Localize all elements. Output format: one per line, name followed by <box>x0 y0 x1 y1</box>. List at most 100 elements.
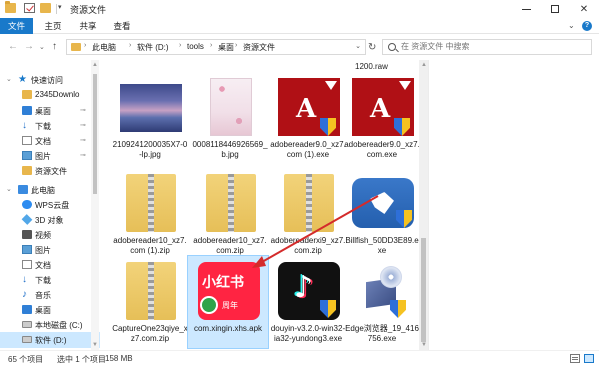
uac-shield-icon <box>390 300 406 318</box>
breadcrumb-resource-files[interactable]: 资源文件 <box>243 42 275 53</box>
selected-size: 158 MB <box>105 354 133 363</box>
sidebar-item-local-disk-c[interactable]: 本地磁盘 (C:) <box>0 317 100 333</box>
sidebar-item-3d-objects[interactable]: 3D 对象 <box>0 212 100 228</box>
tab-view[interactable]: 查看 <box>107 18 137 34</box>
up-button[interactable]: ↑ <box>52 41 57 52</box>
breadcrumb-separator: › <box>210 42 213 49</box>
image-thumbnail <box>120 84 182 132</box>
breadcrumb-this-pc[interactable]: 此电脑 <box>92 42 116 53</box>
new-folder-icon[interactable] <box>40 3 51 13</box>
file-item-exe[interactable]: Billfish_50DD3E89.exe <box>342 168 419 260</box>
search-box[interactable] <box>382 39 592 55</box>
properties-checkbox-icon[interactable] <box>24 3 35 13</box>
sidebar-item-desktop-pinned[interactable]: 桌面 ⊸ <box>0 103 100 119</box>
title-bar: ▾ 资源文件 ✕ <box>0 0 599 18</box>
drive-icon <box>22 321 32 328</box>
status-bar: 65 个项目 选中 1 个项目 158 MB <box>0 350 599 365</box>
pin-icon: ⊸ <box>80 122 86 129</box>
installer-disc-shape <box>380 266 402 288</box>
sidebar-item-videos[interactable]: 视频 <box>0 227 100 243</box>
uac-shield-icon <box>320 300 336 318</box>
file-item-zip[interactable]: adobereader10_xz7.com (1).zip <box>110 168 190 260</box>
file-view-scrollbar[interactable]: ▲ ▼ <box>419 60 428 350</box>
breadcrumb-separator: › <box>179 42 182 49</box>
quick-access-dropdown[interactable]: ▾ <box>58 3 62 11</box>
chevron-down-icon[interactable]: ⌄ <box>6 75 12 83</box>
folder-icon <box>22 166 32 175</box>
search-input[interactable] <box>401 42 581 51</box>
maximize-button[interactable] <box>540 0 570 18</box>
scroll-up-icon[interactable]: ▲ <box>421 62 427 68</box>
refresh-button[interactable]: ↻ <box>368 42 376 53</box>
sidebar-item-label: 本地磁盘 (C:) <box>35 321 83 330</box>
back-button[interactable]: ← <box>8 41 18 52</box>
file-item-jpg[interactable]: 2109241200035X7-0-lp.jpg <box>110 72 190 164</box>
scrollbar-thumb[interactable] <box>93 74 97 194</box>
sidebar-item-downloads[interactable]: ↓ 下载 <box>0 272 100 288</box>
chevron-down-icon[interactable]: ⌄ <box>6 185 12 193</box>
breadcrumb-separator: › <box>84 42 87 49</box>
file-item-apk-selected[interactable]: 小红书 周年 com.xingin.xhs.apk <box>187 255 269 349</box>
address-bar[interactable]: › 此电脑 › 软件 (D:) › tools › 桌面 › 资源文件 ⌄ <box>66 39 366 55</box>
sidebar-item-software-d[interactable]: 软件 (D:) <box>0 332 100 348</box>
forward-button[interactable]: → <box>24 41 34 52</box>
file-item-exe[interactable]: ♪ douyin-v3.2.0-win32-ia32-yundong3.exe <box>268 256 348 348</box>
minimize-button[interactable] <box>511 0 541 18</box>
details-view-icon[interactable] <box>570 354 580 363</box>
scrollbar-thumb[interactable] <box>421 238 426 342</box>
file-item-zip[interactable]: CaptureOne23qiye_xz7.com.zip <box>110 256 190 348</box>
help-icon[interactable]: ? <box>582 21 592 31</box>
adobe-reader-icon: A <box>278 78 340 136</box>
scroll-down-icon[interactable]: ▼ <box>421 342 427 348</box>
tab-share[interactable]: 共享 <box>73 18 103 34</box>
sidebar-item-2345downloads[interactable]: 2345Downlo <box>0 87 100 103</box>
sidebar-item-this-pc[interactable]: ⌄ 此电脑 <box>0 182 100 198</box>
pc-icon <box>18 185 28 194</box>
sidebar-item-desktop[interactable]: 桌面 <box>0 302 100 318</box>
tab-home[interactable]: 主页 <box>38 18 68 34</box>
file-name-partial[interactable]: 1200.raw <box>355 62 388 71</box>
breadcrumb-tools[interactable]: tools <box>187 42 204 51</box>
scroll-down-icon[interactable]: ▼ <box>92 342 98 348</box>
sidebar-item-wps-cloud[interactable]: WPS云盘 <box>0 197 100 213</box>
sidebar-item-label: 文档 <box>35 137 51 146</box>
breadcrumb-desktop[interactable]: 桌面 <box>218 42 234 53</box>
file-item-exe[interactable]: A adobereader9.0_xz7.com (1).exe <box>268 72 348 164</box>
installer-icon <box>352 262 414 320</box>
sidebar-item-quick-access[interactable]: ⌄ ★ 快速访问 <box>0 72 100 88</box>
douyin-logo: ♪ <box>294 270 314 305</box>
douyin-app-icon: ♪ <box>278 262 340 320</box>
tab-file[interactable]: 文件 <box>0 18 33 34</box>
file-name: adobereaderxi9_xz7.com.zip <box>270 236 346 255</box>
sidebar-item-pictures-pinned[interactable]: 图片 ⊸ <box>0 148 100 164</box>
address-dropdown-icon[interactable]: ⌄ <box>355 42 361 50</box>
file-name: douyin-v3.2.0-win32-ia32-yundong3.exe <box>270 324 346 343</box>
breadcrumb-drive-d[interactable]: 软件 (D:) <box>137 42 169 53</box>
scroll-up-icon[interactable]: ▲ <box>92 62 98 68</box>
sidebar-item-pictures[interactable]: 图片 <box>0 242 100 258</box>
sidebar-item-music[interactable]: ♪ 音乐 <box>0 287 100 303</box>
uac-shield-icon <box>320 118 336 136</box>
sidebar-item-label: 视频 <box>35 231 51 240</box>
sidebar-item-label: 桌面 <box>35 306 51 315</box>
expand-ribbon-icon[interactable]: ⌄ <box>568 21 575 30</box>
sidebar-item-documents[interactable]: 文档 <box>0 257 100 273</box>
sidebar-item-label: 资源文件 <box>35 167 67 176</box>
sidebar-item-label: 音乐 <box>35 291 51 300</box>
file-item-exe[interactable]: A adobereader9.0_xz7.com.exe <box>342 72 419 164</box>
file-item-zip[interactable]: adobereader10_xz7.com.zip <box>190 168 270 260</box>
sidebar-item-documents-pinned[interactable]: 文档 ⊸ <box>0 133 100 149</box>
sidebar-item-label: 文档 <box>35 261 51 270</box>
window-title: 资源文件 <box>70 5 107 15</box>
close-button[interactable]: ✕ <box>569 0 599 18</box>
recent-locations-button[interactable]: ⌄ <box>39 43 45 51</box>
file-item-jpg[interactable]: 0008118446926569_b.jpg <box>190 72 270 164</box>
sidebar-item-label: 此电脑 <box>31 186 55 195</box>
sidebar-item-resource-files[interactable]: 资源文件 <box>0 163 100 179</box>
sidebar-item-downloads-pinned[interactable]: ↓ 下载 ⊸ <box>0 118 100 134</box>
file-item-zip[interactable]: adobereaderxi9_xz7.com.zip <box>268 168 348 260</box>
sidebar-scrollbar[interactable]: ▲ ▼ <box>91 60 99 350</box>
large-icons-view-icon[interactable] <box>584 354 594 363</box>
file-item-exe[interactable]: Edge浏览器_19_416756.exe <box>342 256 419 348</box>
sidebar-item-label: WPS云盘 <box>35 201 70 210</box>
